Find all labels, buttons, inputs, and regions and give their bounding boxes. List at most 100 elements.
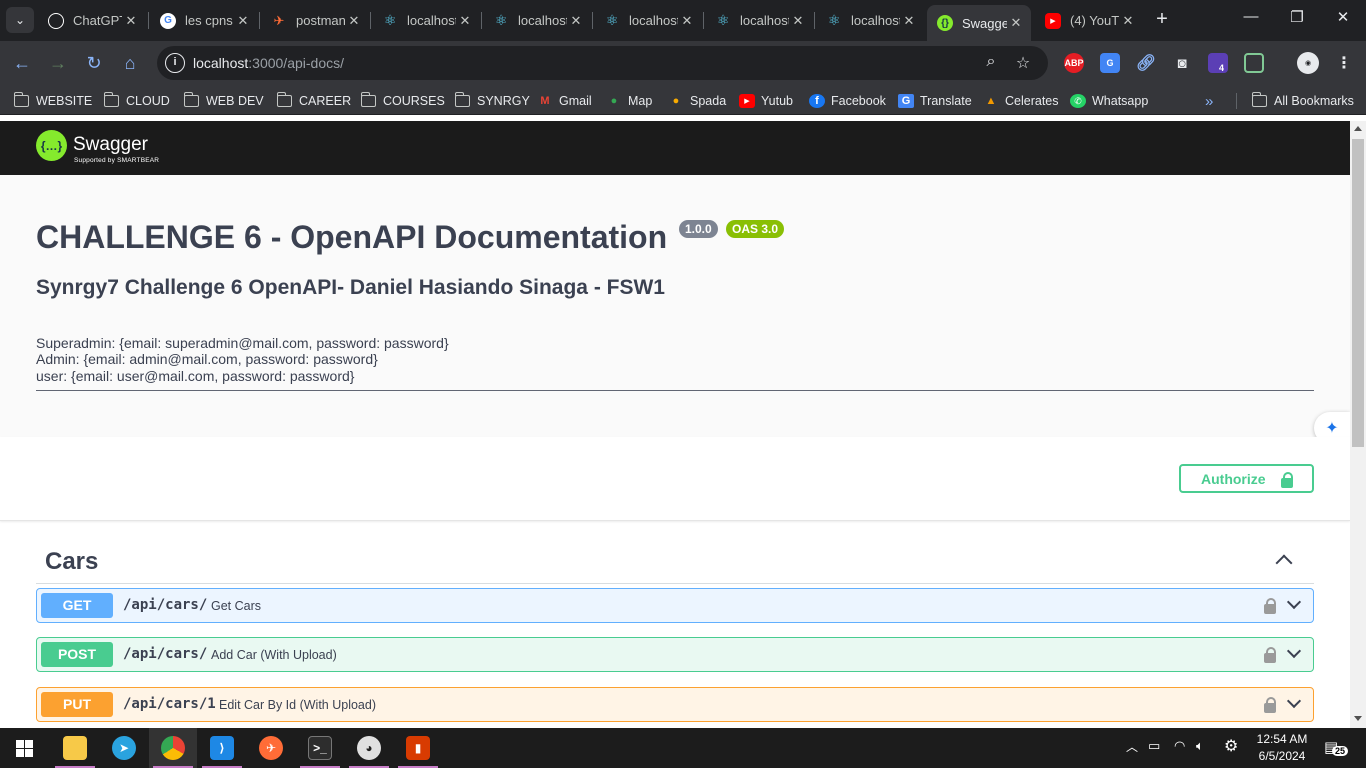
all-bookmarks-folder[interactable]: All Bookmarks xyxy=(1251,92,1354,110)
minimize-button[interactable]: — xyxy=(1228,8,1274,25)
restore-button[interactable]: ❐ xyxy=(1274,8,1320,26)
close-window-button[interactable]: ✕ xyxy=(1320,8,1366,26)
taskbar-chrome[interactable] xyxy=(149,728,197,768)
description-line: Superadmin: {email: superadmin@mail.com,… xyxy=(36,335,449,351)
tab-localhost-1[interactable]: ⚛ localhost ✕ xyxy=(372,5,480,36)
extensions-puzzle-icon[interactable] xyxy=(1244,53,1264,73)
bookmark-folder-web-dev[interactable]: WEB DEV xyxy=(183,92,264,110)
taskbar-vscode[interactable]: ⟩ xyxy=(198,728,246,768)
vertical-scrollbar[interactable] xyxy=(1350,121,1366,728)
taskbar-clock[interactable]: 12:54 AM 6/5/2024 xyxy=(1250,731,1314,765)
link-icon[interactable]: 🔗︎ xyxy=(1136,53,1156,73)
settings-gear-icon[interactable]: ⚙ xyxy=(1224,736,1238,756)
scrollbar-thumb[interactable] xyxy=(1352,139,1364,447)
taskbar-office[interactable]: ▮ xyxy=(394,728,442,768)
close-icon[interactable]: ✕ xyxy=(567,13,585,29)
folder-icon xyxy=(454,92,470,107)
url-text[interactable]: localhost:3000/api-docs/ xyxy=(193,55,344,71)
tab-google-search[interactable]: G les cpns ✕ xyxy=(150,5,258,36)
tab-swagger-ui[interactable]: {} Swagger UI ✕ xyxy=(927,5,1031,41)
reload-button[interactable]: ↻ xyxy=(82,51,106,75)
bookmark-celerates[interactable]: ▲ Celerates xyxy=(983,92,1059,110)
close-icon[interactable]: ✕ xyxy=(122,13,140,29)
bookmark-folder-cloud[interactable]: CLOUD xyxy=(103,92,170,110)
operation-put-car[interactable]: PUT /api/cars/1 Edit Car By Id (With Upl… xyxy=(36,687,1314,722)
operation-post-cars[interactable]: POST /api/cars/ Add Car (With Upload) xyxy=(36,637,1314,672)
close-icon[interactable]: ✕ xyxy=(234,13,252,29)
taskbar-telegram[interactable]: ➤ xyxy=(100,728,148,768)
scroll-down-arrow-icon[interactable] xyxy=(1354,716,1362,721)
google-translate-icon[interactable]: G xyxy=(1100,53,1120,73)
close-icon[interactable]: ✕ xyxy=(678,13,696,29)
tab-chatgpt[interactable]: ChatGPT ✕ xyxy=(38,5,146,36)
taskbar-file-explorer[interactable] xyxy=(51,728,99,768)
extension-badge-icon[interactable]: 4 xyxy=(1208,53,1228,73)
reload-icon: ↻ xyxy=(86,53,102,73)
close-icon[interactable]: ✕ xyxy=(1119,13,1137,29)
lock-icon[interactable] xyxy=(1264,647,1276,663)
bookmark-whatsapp[interactable]: ✆ Whatsapp xyxy=(1070,92,1148,110)
camera-icon[interactable]: ◙ xyxy=(1172,53,1192,73)
close-icon[interactable]: ✕ xyxy=(900,13,918,29)
tab-postman[interactable]: ✈ postman ✕ xyxy=(261,5,369,36)
chevron-up-icon[interactable] xyxy=(1275,554,1293,572)
more-bookmarks-button[interactable]: » xyxy=(1205,92,1213,110)
start-button[interactable] xyxy=(0,728,48,768)
bookmark-folder-website[interactable]: WEBSITE xyxy=(13,92,92,110)
taskbar-terminal[interactable]: >_ xyxy=(296,728,344,768)
zoom-icon[interactable]: ⌕ xyxy=(981,53,1001,71)
site-info-icon[interactable]: i xyxy=(165,53,185,73)
close-icon[interactable]: ✕ xyxy=(345,13,363,29)
tab-localhost-5[interactable]: ⚛ localhost ✕ xyxy=(816,5,924,36)
bookmark-yutub[interactable]: ▶ Yutub xyxy=(739,92,793,110)
bookmark-gmail[interactable]: M Gmail xyxy=(537,92,591,110)
bookmark-folder-courses[interactable]: COURSES xyxy=(360,92,445,110)
lock-icon[interactable] xyxy=(1264,697,1276,713)
swagger-brand[interactable]: Swagger xyxy=(73,134,148,156)
tab-localhost-2[interactable]: ⚛ localhost ✕ xyxy=(483,5,591,36)
close-icon[interactable]: ✕ xyxy=(1007,15,1025,31)
method-badge: GET xyxy=(41,593,113,618)
bookmark-spada[interactable]: ● Spada xyxy=(668,92,726,110)
tab-youtube[interactable]: ▶ (4) YouTube ✕ xyxy=(1035,5,1143,36)
chevron-down-icon[interactable] xyxy=(1286,643,1302,659)
google-icon: G xyxy=(160,12,176,29)
chevron-down-icon[interactable] xyxy=(1286,693,1302,709)
close-icon[interactable]: ✕ xyxy=(456,13,474,29)
bookmark-folder-career[interactable]: CAREER xyxy=(276,92,351,110)
tab-localhost-4[interactable]: ⚛ localhost ✕ xyxy=(705,5,813,36)
authorize-button[interactable]: Authorize xyxy=(1179,464,1314,493)
tag-section-cars[interactable]: Cars xyxy=(36,541,1314,584)
home-button[interactable]: ⌂ xyxy=(118,51,142,75)
tag-title[interactable]: Cars xyxy=(45,548,98,576)
browser-menu-icon[interactable]: ⋮ xyxy=(1334,53,1354,73)
tab-search-button[interactable]: ⌄ xyxy=(6,7,34,33)
show-hidden-icons[interactable]: ︿ xyxy=(1126,738,1138,755)
battery-icon[interactable]: ▭ xyxy=(1148,738,1160,754)
adblock-plus-icon[interactable]: ABP xyxy=(1064,53,1084,73)
new-tab-button[interactable]: + xyxy=(1150,8,1174,31)
close-icon[interactable]: ✕ xyxy=(789,13,807,29)
operation-summary: Get Cars xyxy=(211,599,262,613)
bookmark-translate[interactable]: G Translate xyxy=(898,92,972,110)
taskbar-db-tool[interactable]: ◕ xyxy=(345,728,393,768)
back-button[interactable]: ← xyxy=(10,51,34,75)
address-bar[interactable]: i localhost:3000/api-docs/ ⌕ ☆ xyxy=(157,46,1048,80)
bookmark-label: Celerates xyxy=(1005,94,1059,108)
volume-icon[interactable]: 🔈︎ xyxy=(1196,738,1204,754)
tab-localhost-3[interactable]: ⚛ localhost ✕ xyxy=(594,5,702,36)
chevron-down-icon[interactable] xyxy=(1286,594,1302,610)
forward-button[interactable]: → xyxy=(46,51,70,75)
operation-get-cars[interactable]: GET /api/cars/ Get Cars xyxy=(36,588,1314,623)
bookmark-facebook[interactable]: f Facebook xyxy=(809,92,886,110)
lock-icon[interactable] xyxy=(1264,598,1276,614)
bookmark-map[interactable]: ● Map xyxy=(606,92,653,110)
swagger-logo-icon[interactable]: {…} xyxy=(36,130,67,161)
bookmark-star-icon[interactable]: ☆ xyxy=(1013,53,1033,73)
scroll-up-arrow-icon[interactable] xyxy=(1354,126,1362,131)
notification-center-icon[interactable]: ▤ 25 xyxy=(1324,738,1349,756)
wifi-icon[interactable]: ◠ xyxy=(1174,738,1185,754)
bookmark-folder-synrgy[interactable]: SYNRGY xyxy=(454,92,530,110)
profile-avatar[interactable]: ◉ xyxy=(1297,52,1319,74)
taskbar-postman[interactable]: ✈ xyxy=(247,728,295,768)
